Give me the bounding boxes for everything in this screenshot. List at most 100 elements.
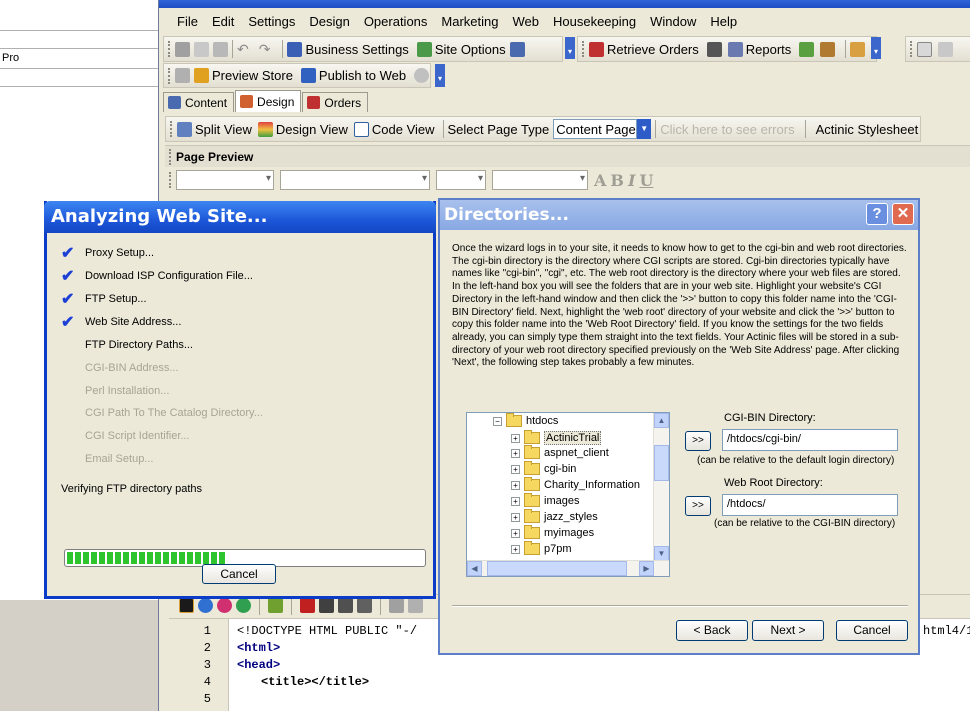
web-root-input[interactable]: /htdocs/ xyxy=(722,494,898,516)
page-type-select[interactable]: Content Page xyxy=(553,119,638,139)
back-button[interactable]: < Back xyxy=(676,620,748,641)
tree-icon[interactable] xyxy=(268,598,283,613)
remove-icon[interactable] xyxy=(217,598,232,613)
cancel-button[interactable]: Cancel xyxy=(836,620,908,641)
insert-icon[interactable] xyxy=(198,598,213,613)
copy-icon[interactable] xyxy=(194,41,209,57)
copy-cgi-button[interactable]: >> xyxy=(685,431,711,451)
scroll-left-icon[interactable]: ◀ xyxy=(467,561,482,576)
folder-tree[interactable]: − htdocs + ActinicTrial + aspnet_client … xyxy=(466,412,670,577)
business-settings-button[interactable]: Business Settings xyxy=(287,41,409,57)
flag-icon[interactable] xyxy=(300,598,315,613)
menu-help[interactable]: Help xyxy=(710,14,737,29)
publish-to-web-button[interactable]: Publish to Web xyxy=(300,68,406,83)
refresh-icon[interactable] xyxy=(414,68,430,83)
paste-icon[interactable] xyxy=(213,41,228,57)
menu-edit[interactable]: Edit xyxy=(212,14,234,29)
cgi-bin-input[interactable]: /htdocs/cgi-bin/ xyxy=(722,429,898,451)
retrieve-orders-button[interactable]: Retrieve Orders xyxy=(589,41,699,57)
site-settings-icon[interactable] xyxy=(509,41,525,57)
binoculars-icon[interactable] xyxy=(706,41,722,57)
menu-marketing[interactable]: Marketing xyxy=(441,14,498,29)
size-combo[interactable] xyxy=(436,170,486,190)
toolbar-grip[interactable] xyxy=(169,148,172,165)
toolbar-grip[interactable] xyxy=(168,41,171,57)
cursor-icon[interactable] xyxy=(319,598,334,613)
expand-icon[interactable]: + xyxy=(511,512,520,522)
page-icon[interactable] xyxy=(179,598,194,613)
copy-webroot-button[interactable]: >> xyxy=(685,496,711,516)
expand-icon[interactable]: + xyxy=(511,433,520,443)
scroll-thumb[interactable] xyxy=(487,561,627,576)
tree-node[interactable]: + myimages xyxy=(511,525,594,539)
toolbar-overflow-chevron[interactable]: ▾ xyxy=(565,37,575,59)
snapshot-icon[interactable] xyxy=(175,68,190,83)
vertical-scrollbar[interactable]: ▲ ▼ xyxy=(653,413,669,562)
scroll-right-icon[interactable]: ▶ xyxy=(639,561,654,576)
tab-orders[interactable]: Orders xyxy=(302,92,369,112)
color-combo[interactable] xyxy=(492,170,588,190)
scroll-up-icon[interactable]: ▲ xyxy=(654,413,669,428)
toolbar-grip[interactable] xyxy=(910,41,913,57)
reports-button[interactable]: Reports xyxy=(727,41,791,57)
tree-node[interactable]: + jazz_styles xyxy=(511,509,598,523)
actinic-stylesheet-button[interactable]: Actinic Stylesheet xyxy=(816,122,919,137)
tree-node-root[interactable]: − htdocs xyxy=(493,413,558,427)
font-color-icon[interactable]: A xyxy=(594,171,606,190)
validate-icon[interactable] xyxy=(236,598,251,613)
toolbar-overflow-chevron[interactable]: ▾ xyxy=(435,64,445,87)
tree-node[interactable]: + Charity_Information xyxy=(511,477,640,491)
next-button[interactable]: Next > xyxy=(752,620,824,641)
style-combo[interactable] xyxy=(176,170,274,190)
bold-icon[interactable]: B xyxy=(610,171,624,190)
tree-node[interactable]: + ActinicTrial xyxy=(511,430,602,445)
site-options-button[interactable]: Site Options xyxy=(416,41,506,57)
toolbar-overflow-chevron[interactable]: ▾ xyxy=(871,37,881,59)
underline-icon[interactable]: U xyxy=(639,171,653,190)
cut-icon[interactable] xyxy=(175,41,190,57)
tree-node[interactable]: + cgi-bin xyxy=(511,461,576,475)
expand-icon[interactable]: + xyxy=(511,480,520,490)
checklist-icon[interactable] xyxy=(917,41,932,57)
code-view-button[interactable]: Code View xyxy=(353,121,435,137)
menu-housekeeping[interactable]: Housekeeping xyxy=(553,14,636,29)
tree-node[interactable]: + p7pm xyxy=(511,541,572,555)
preview-store-button[interactable]: Preview Store xyxy=(194,68,293,83)
menu-settings[interactable]: Settings xyxy=(248,14,295,29)
scroll-thumb[interactable] xyxy=(654,445,669,481)
errors-link[interactable]: Click here to see errors xyxy=(660,122,794,137)
add-product-icon[interactable] xyxy=(799,41,815,57)
scroll-down-icon[interactable]: ▼ xyxy=(654,546,669,561)
help-button[interactable]: ? xyxy=(866,203,888,225)
toolbar-grip[interactable] xyxy=(169,172,172,188)
tree-node[interactable]: + images xyxy=(511,493,579,507)
directories-dialog-title[interactable]: Directories... xyxy=(440,200,918,230)
tab-design[interactable]: Design xyxy=(235,90,302,112)
print-icon[interactable] xyxy=(389,598,404,613)
expand-icon[interactable]: + xyxy=(511,528,520,538)
horizontal-scrollbar[interactable]: ◀ ▶ xyxy=(467,560,669,576)
analyzing-dialog-title[interactable]: Analyzing Web Site... xyxy=(44,201,436,233)
menu-operations[interactable]: Operations xyxy=(364,14,428,29)
link-icon[interactable] xyxy=(938,41,953,57)
split-view-button[interactable]: Split View xyxy=(177,121,252,137)
cancel-button[interactable]: Cancel xyxy=(202,564,276,584)
expand-icon[interactable]: + xyxy=(511,496,520,506)
toolbar-grip[interactable] xyxy=(582,41,585,57)
expand-icon[interactable]: + xyxy=(511,464,520,474)
package-icon[interactable] xyxy=(820,41,836,57)
tree-node[interactable]: + aspnet_client xyxy=(511,445,609,459)
italic-icon[interactable]: I xyxy=(628,171,635,190)
menu-file[interactable]: File xyxy=(177,14,198,29)
undo-icon[interactable]: ↶ xyxy=(237,41,249,58)
expand-icon[interactable]: + xyxy=(511,544,520,554)
find-icon[interactable] xyxy=(408,598,423,613)
menu-design[interactable]: Design xyxy=(309,14,349,29)
font-combo[interactable] xyxy=(280,170,430,190)
close-button[interactable]: ✕ xyxy=(892,203,914,225)
toolbar-grip[interactable] xyxy=(170,121,173,137)
user-icon[interactable] xyxy=(850,41,866,57)
expand-icon[interactable]: + xyxy=(511,448,520,458)
design-view-button[interactable]: Design View xyxy=(257,121,348,137)
menu-web[interactable]: Web xyxy=(512,14,539,29)
